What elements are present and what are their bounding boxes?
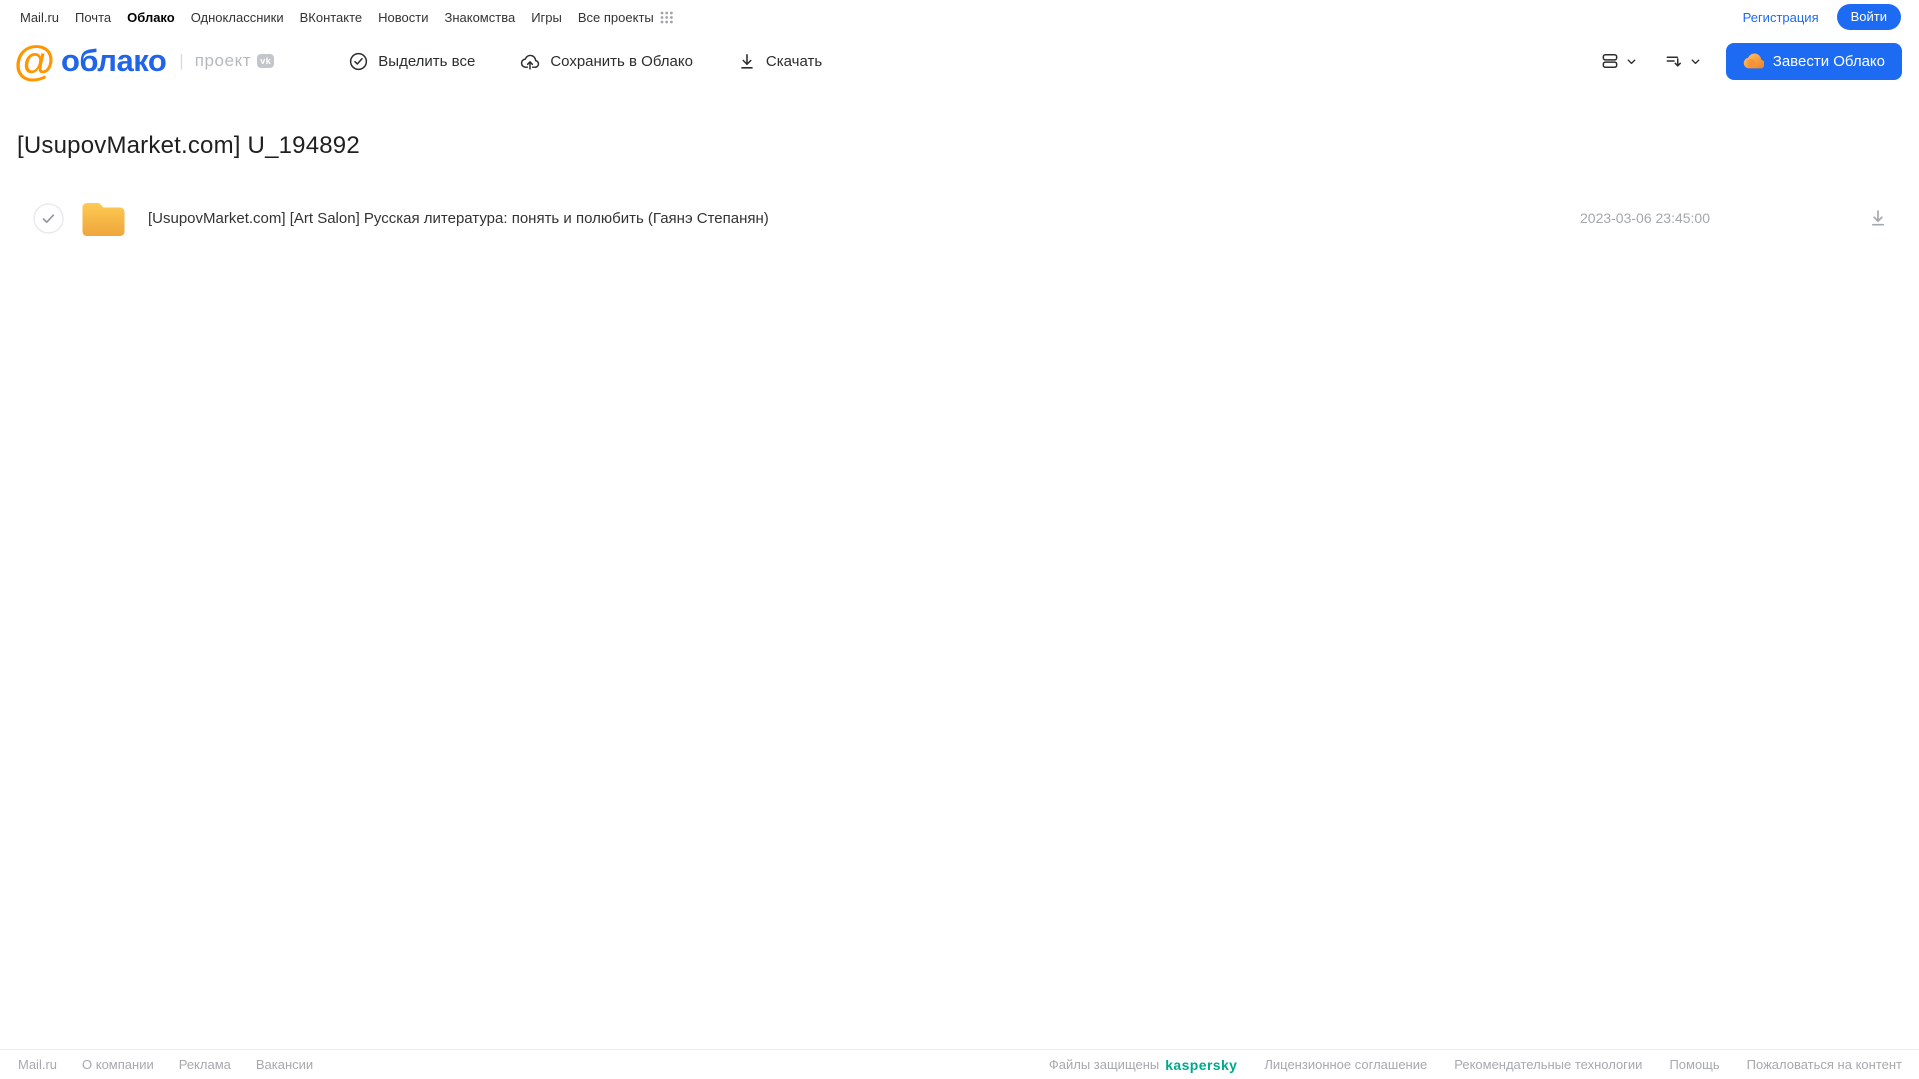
auth-area: Регистрация Войти xyxy=(1743,4,1901,30)
login-button[interactable]: Войти xyxy=(1836,4,1901,30)
nav-link-pochta[interactable]: Почта xyxy=(75,10,111,25)
footer-link-help[interactable]: Помощь xyxy=(1669,1057,1719,1072)
check-circle-icon xyxy=(348,51,369,72)
footer-link-vacancies[interactable]: Вакансии xyxy=(256,1057,313,1072)
cloud-logo[interactable]: @ облако | проект vk xyxy=(14,37,275,84)
app-header: @ облако | проект vk Выделить все Сохран… xyxy=(0,34,1919,88)
apps-grid-icon xyxy=(660,11,676,24)
file-name[interactable]: [UsupovMarket.com] [Art Salon] Русская л… xyxy=(148,210,769,227)
create-cloud-button[interactable]: Завести Облако xyxy=(1725,42,1902,80)
create-cloud-label: Завести Облако xyxy=(1772,52,1885,70)
folder-icon xyxy=(81,200,126,237)
row-checkbox[interactable] xyxy=(33,202,64,234)
kaspersky-protection: Файлы защищены kaspersky xyxy=(1049,1057,1237,1073)
files-protected-label: Файлы защищены xyxy=(1048,1057,1160,1072)
logo-title: облако xyxy=(60,43,167,78)
register-link[interactable]: Регистрация xyxy=(1743,10,1819,25)
footer-link-recommendations[interactable]: Рекомендательные технологии xyxy=(1454,1057,1642,1072)
save-to-cloud-label: Сохранить в Облако xyxy=(550,52,693,70)
nav-link-mailru[interactable]: Mail.ru xyxy=(20,10,59,25)
row-download-icon[interactable] xyxy=(1867,207,1889,229)
footer-link-license[interactable]: Лицензионное соглашение xyxy=(1264,1057,1427,1072)
kaspersky-logo[interactable]: kaspersky xyxy=(1165,1057,1237,1073)
nav-link-novosti[interactable]: Новости xyxy=(378,10,428,25)
footer-left-links: Mail.ru О компании Реклама Вакансии xyxy=(18,1057,313,1072)
portal-nav-links: Mail.ru Почта Облако Одноклассники ВКонт… xyxy=(20,10,676,25)
footer-right-links: Файлы защищены kaspersky Лицензионное со… xyxy=(1049,1057,1902,1073)
sort-dropdown[interactable] xyxy=(1664,51,1702,71)
download-icon xyxy=(737,51,757,72)
footer-link-ads[interactable]: Реклама xyxy=(179,1057,231,1072)
page-title: [UsupovMarket.com] U_194892 xyxy=(17,132,360,159)
footer-link-mailru[interactable]: Mail.ru xyxy=(18,1057,57,1072)
sort-icon xyxy=(1664,51,1684,71)
nav-link-odnoklassniki[interactable]: Одноклассники xyxy=(191,10,284,25)
file-date: 2023-03-06 23:45:00 xyxy=(1580,210,1710,226)
footer: Mail.ru О компании Реклама Вакансии Файл… xyxy=(0,1049,1919,1079)
select-all-button[interactable]: Выделить все xyxy=(348,51,475,72)
download-button[interactable]: Скачать xyxy=(737,51,822,72)
file-toolbar: Выделить все Сохранить в Облако Скачать xyxy=(348,51,822,72)
nav-link-znakomstva[interactable]: Знакомства xyxy=(444,10,515,25)
chevron-down-icon xyxy=(1689,55,1702,68)
view-mode-dropdown[interactable] xyxy=(1600,51,1638,71)
cloud-upload-icon xyxy=(519,51,541,72)
vk-badge-icon: vk xyxy=(257,54,275,68)
nav-link-oblako[interactable]: Облако xyxy=(127,10,175,25)
header-right-controls: Завести Облако xyxy=(1600,42,1902,80)
footer-link-company[interactable]: О компании xyxy=(82,1057,154,1072)
all-projects-label: Все проекты xyxy=(577,9,654,25)
nav-link-vkontakte[interactable]: ВКонтакте xyxy=(300,10,363,25)
file-row[interactable]: [UsupovMarket.com] [Art Salon] Русская л… xyxy=(17,198,1919,238)
chevron-down-icon xyxy=(1625,55,1638,68)
logo-project-label: проект xyxy=(194,51,252,70)
mailru-at-icon: @ xyxy=(14,37,55,84)
download-label: Скачать xyxy=(765,52,823,70)
shared-folder-view: [UsupovMarket.com] U_194892 [UsupovMarke… xyxy=(0,88,1919,238)
select-all-label: Выделить все xyxy=(378,52,476,70)
nav-link-all-projects[interactable]: Все проекты xyxy=(578,10,676,25)
orange-cloud-icon xyxy=(1743,53,1765,69)
footer-link-report[interactable]: Пожаловаться на контент xyxy=(1747,1057,1902,1072)
list-view-icon xyxy=(1600,51,1620,71)
portal-nav: Mail.ru Почта Облако Одноклассники ВКонт… xyxy=(0,0,1919,32)
save-to-cloud-button[interactable]: Сохранить в Облако xyxy=(519,51,693,72)
logo-divider: | xyxy=(179,51,184,70)
nav-link-igry[interactable]: Игры xyxy=(531,10,562,25)
